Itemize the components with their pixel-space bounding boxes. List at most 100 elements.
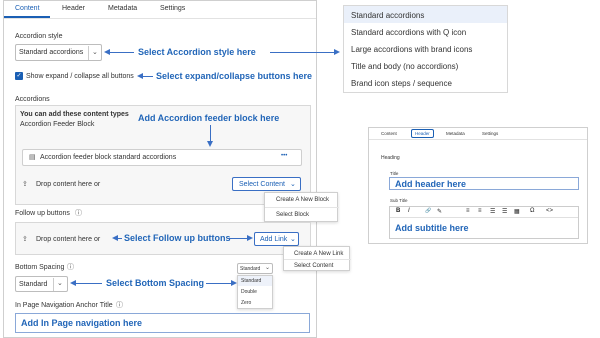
arrow-head-icon <box>247 235 253 241</box>
annotation-arrow <box>76 283 102 285</box>
menu-divider <box>284 259 351 260</box>
style-option-brand-steps[interactable]: Brand icon steps / sequence <box>351 79 452 88</box>
hp-title-input[interactable]: Add header here <box>389 177 579 190</box>
style-option-title-body[interactable]: Title and body (no accordions) <box>351 62 458 71</box>
follow-up-drop-text: Drop content here or <box>36 236 101 243</box>
accordion-style-label: Accordion style <box>15 33 63 40</box>
annotation-arrow <box>143 76 153 78</box>
accordion-style-value: Standard accordions <box>19 49 84 56</box>
select-content-label: Select Content <box>239 181 285 188</box>
arrow-head-icon <box>207 141 213 147</box>
anchor-title-annotation: Add In Page navigation here <box>21 318 143 328</box>
annotation-arrow <box>118 238 122 240</box>
annotation-arrow-down <box>210 125 212 142</box>
chevron-down-icon: ⌄ <box>265 265 271 271</box>
content-types-title: You can add these content types <box>20 111 129 118</box>
accordions-label: Accordions <box>15 96 50 103</box>
table-icon[interactable]: ▦ <box>514 208 520 215</box>
special-char-icon[interactable]: Ω <box>530 208 535 214</box>
hp-tab-content[interactable]: Content <box>381 131 397 136</box>
hp-subtitle-label: Sub Title <box>390 198 408 203</box>
add-link-label: Add Link <box>260 236 288 243</box>
bottom-spacing-label: Bottom Spacing <box>15 264 65 271</box>
link-icon[interactable]: 🔗 <box>425 208 431 214</box>
hp-tab-divider <box>369 139 587 140</box>
style-option-standard[interactable]: Standard accordions <box>351 11 424 20</box>
style-option-large-brand[interactable]: Large accordions with brand icons <box>351 45 472 54</box>
anchor-title-label: In Page Navigation Anchor Title <box>15 302 113 309</box>
spacing-option-zero[interactable]: Zero <box>241 300 251 306</box>
tab-content[interactable]: Content <box>15 5 40 12</box>
drop-content-text: Drop content here or <box>36 181 101 188</box>
numbered-list-icon[interactable]: ≡ <box>478 208 482 214</box>
hp-title-annotation: Add header here <box>395 179 467 189</box>
arrow-head-icon <box>334 49 340 55</box>
chevron-down-icon: ⌄ <box>57 280 63 287</box>
chevron-down-icon: ⌄ <box>290 236 296 243</box>
menu-item-create-block[interactable]: Create A New Block <box>276 197 329 203</box>
select-content-button[interactable]: Select Content ⌄ <box>232 177 301 191</box>
tab-settings[interactable]: Settings <box>160 5 185 12</box>
upload-icon: ⇪ <box>22 181 28 188</box>
hp-heading-label: Heading <box>381 155 400 161</box>
accordion-style-options: Standard accordions Standard accordions … <box>343 5 508 93</box>
indent-icon[interactable]: ☰ <box>502 208 507 215</box>
bottom-spacing-value: Standard <box>19 281 48 288</box>
menu-item-select-content[interactable]: Select Content <box>294 263 333 269</box>
follow-up-annotation: Select Follow up buttons <box>124 233 231 243</box>
expand-collapse-label: Show expand / collapse all buttons <box>26 73 134 80</box>
annotation-arrow <box>110 52 134 54</box>
follow-up-label: Follow up buttons <box>15 210 70 217</box>
menu-item-select-block[interactable]: Select Block <box>276 212 309 218</box>
spacing-mini-select[interactable]: Standard ⌄ <box>237 263 273 274</box>
spacing-mini-value: Standard <box>240 266 261 272</box>
chevron-down-icon: ⌄ <box>290 181 296 188</box>
help-icon[interactable]: ⓘ <box>67 262 74 272</box>
document-icon: ▤ <box>29 154 36 161</box>
hp-tab-header[interactable]: Header <box>411 129 434 138</box>
help-icon[interactable]: ⓘ <box>75 208 82 218</box>
add-link-button[interactable]: Add Link ⌄ <box>254 232 299 246</box>
hp-subtitle-annotation: Add subtitle here <box>395 223 469 233</box>
tab-metadata[interactable]: Metadata <box>108 5 137 12</box>
accordion-style-select[interactable]: Standard accordions ⌄ <box>15 44 102 61</box>
style-option-q-icon[interactable]: Standard accordions with Q icon <box>351 28 466 37</box>
anchor-title-input[interactable]: Add In Page navigation here <box>15 313 310 333</box>
accordion-feeder-block[interactable]: ▤ Accordion feeder block standard accord… <box>22 149 302 166</box>
tab-header[interactable]: Header <box>62 5 85 12</box>
bold-icon[interactable]: B <box>396 208 400 214</box>
hp-title-label: Title <box>390 171 399 176</box>
annotation-arrow-right <box>206 283 232 285</box>
expand-collapse-checkbox[interactable]: ✓ <box>15 72 23 80</box>
outdent-icon[interactable]: ☰ <box>490 208 495 215</box>
edit-icon[interactable]: ✎ <box>437 208 442 215</box>
add-link-menu: Create A New Link Select Content <box>283 246 351 271</box>
select-content-menu: Create A New Block Select Block <box>264 192 339 222</box>
hp-subtitle-editor[interactable]: B I 🔗 ✎ ≡ ≡ ☰ ☰ ▦ Ω <> Add subtitle here <box>389 206 579 239</box>
spacing-option-standard[interactable]: Standard <box>241 278 261 284</box>
tab-divider <box>4 18 316 19</box>
accordion-style-annotation: Select Accordion style here <box>138 47 256 57</box>
source-code-icon[interactable]: <> <box>546 208 553 214</box>
help-icon[interactable]: ⓘ <box>116 300 123 310</box>
block-label: Accordion feeder block standard accordio… <box>40 154 177 161</box>
content-type-item: Accordion Feeder Block <box>20 121 95 128</box>
expand-collapse-annotation: Select expand/collapse buttons here <box>156 71 313 81</box>
bottom-spacing-select[interactable]: Standard ⌄ <box>15 276 68 292</box>
bottom-spacing-annotation: Select Bottom Spacing <box>106 278 205 288</box>
hp-tab-metadata[interactable]: Metadata <box>446 131 465 136</box>
menu-divider <box>265 207 339 208</box>
menu-item-create-link[interactable]: Create A New Link <box>294 251 343 257</box>
spacing-options-menu: Standard Double Zero <box>237 275 273 309</box>
hp-tab-settings[interactable]: Settings <box>482 131 498 136</box>
accordion-block-annotation: Add Accordion feeder block here <box>138 113 280 123</box>
select-divider <box>88 46 89 60</box>
italic-icon[interactable]: I <box>408 208 410 214</box>
bullet-list-icon[interactable]: ≡ <box>466 208 470 214</box>
select-divider <box>53 278 54 291</box>
upload-icon: ⇪ <box>22 236 28 243</box>
more-options-icon[interactable]: ••• <box>281 153 287 159</box>
annotation-arrow-right <box>228 238 248 240</box>
spacing-option-double[interactable]: Double <box>241 289 257 295</box>
annotation-arrow-right <box>270 52 334 54</box>
